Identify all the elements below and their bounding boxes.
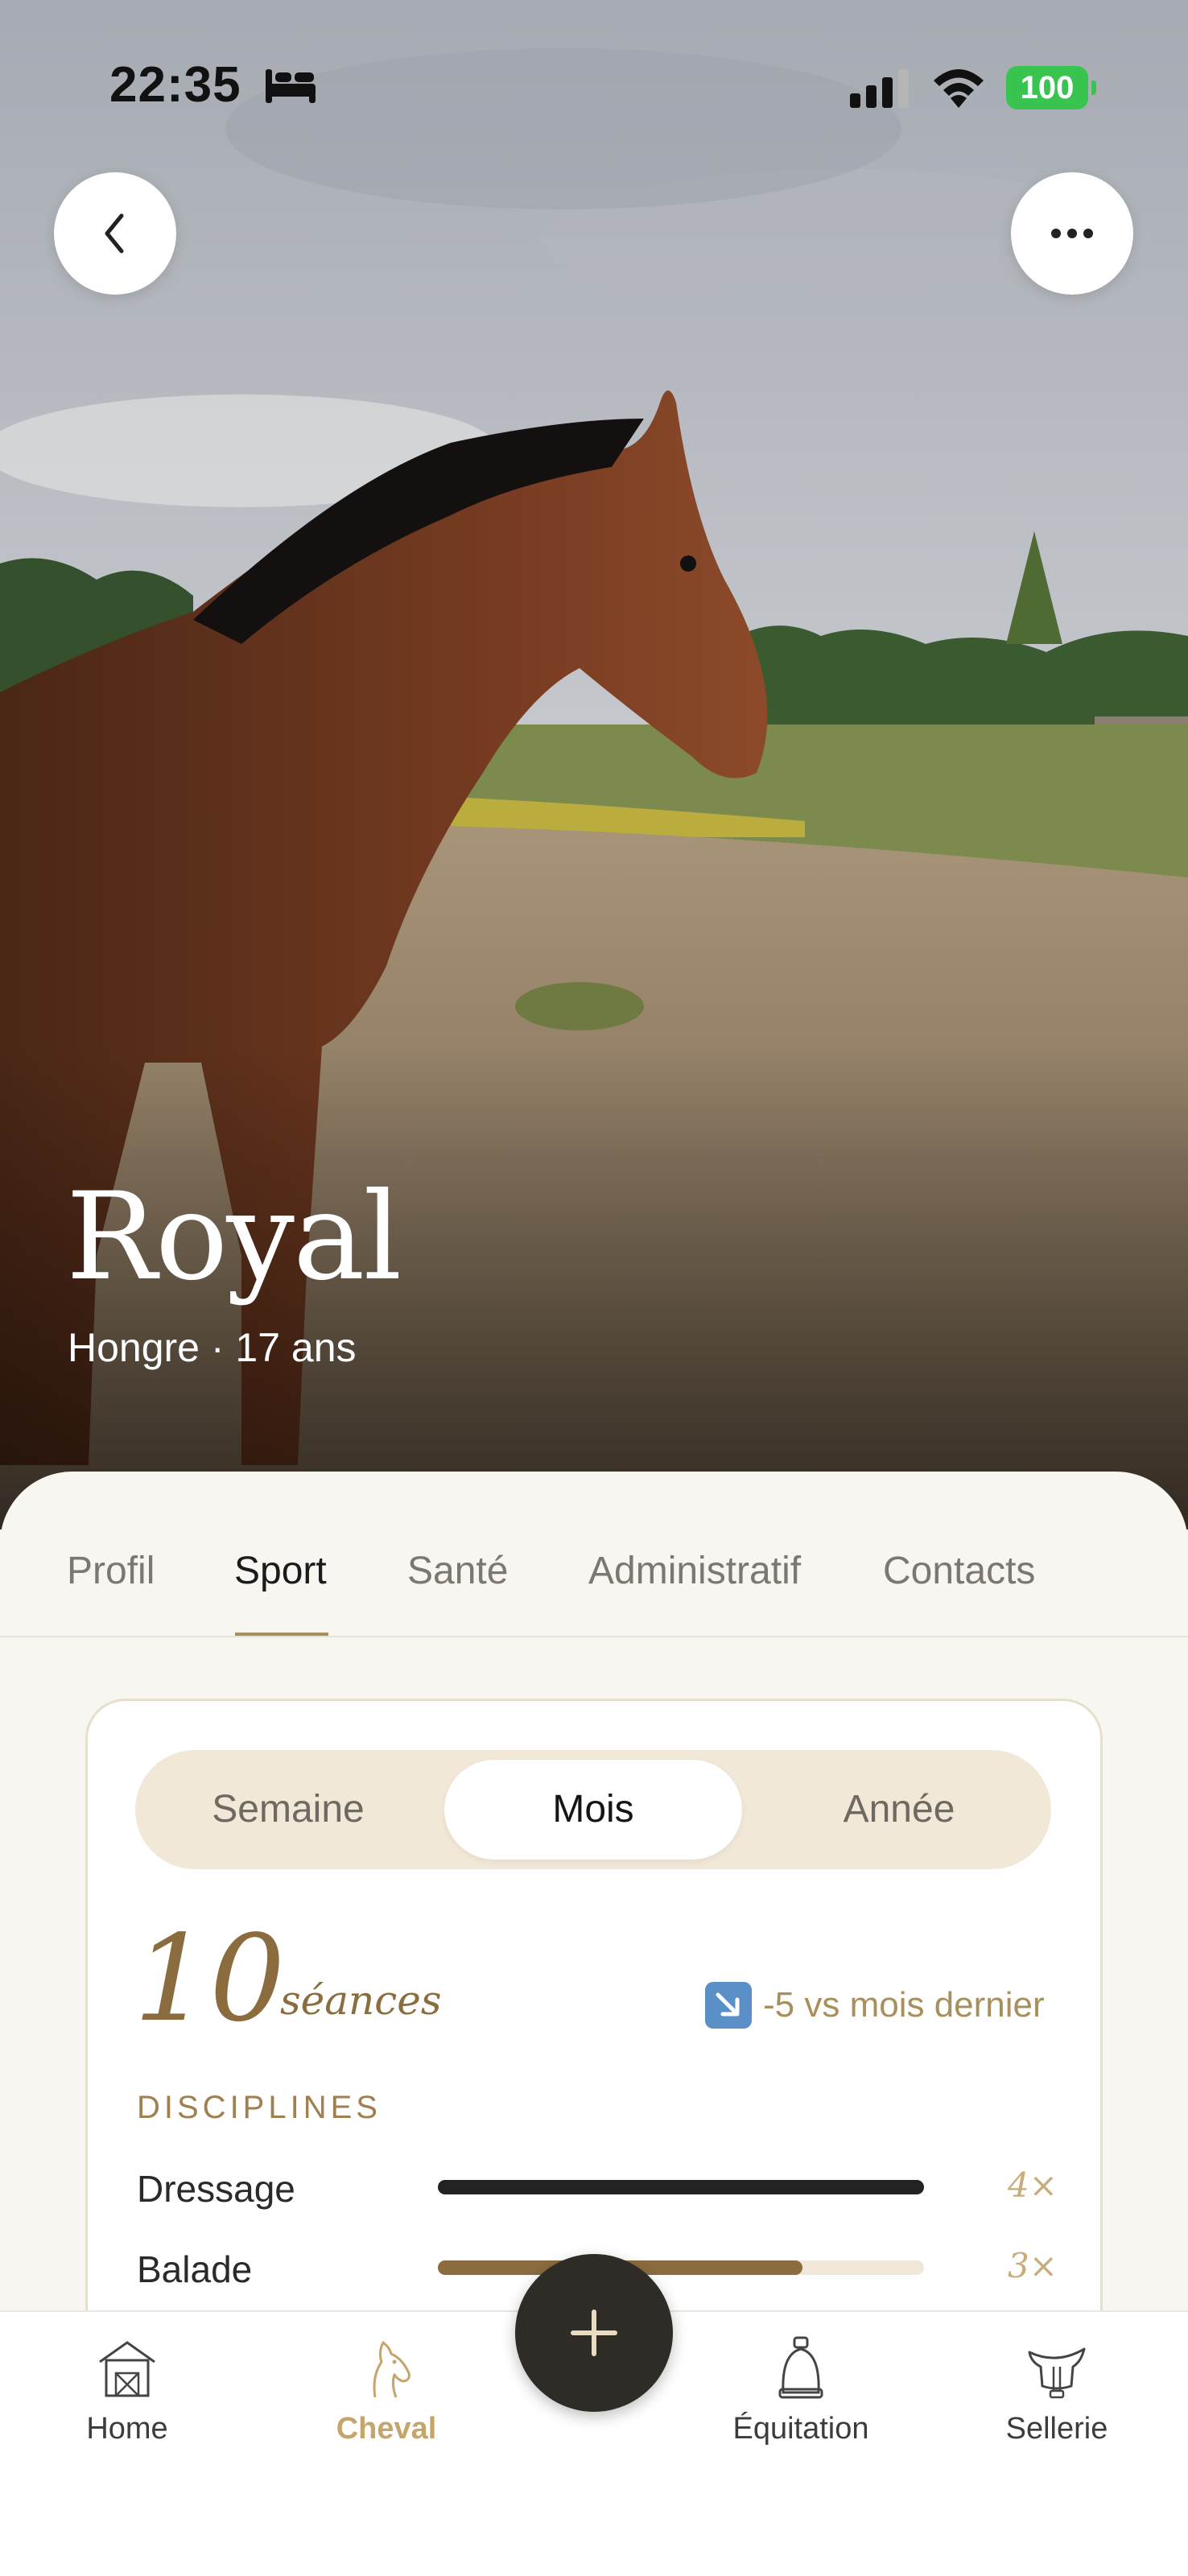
period-month[interactable]: Mois — [444, 1760, 742, 1860]
period-selector: Semaine Mois Année — [135, 1750, 1051, 1869]
session-count-unit: séances — [280, 1977, 442, 2024]
nav-equitation[interactable]: Équitation — [696, 2334, 905, 2463]
nav-sellerie[interactable]: Sellerie — [952, 2334, 1161, 2463]
saddle-icon — [1028, 2347, 1086, 2399]
tab-contacts[interactable]: Contacts — [883, 1549, 1035, 1593]
status-bar: 22:35 100 — [0, 0, 1188, 161]
wifi-icon — [934, 69, 984, 108]
disciplines-heading: DISCIPLINES — [137, 2090, 382, 2125]
nav-cheval[interactable]: Cheval — [282, 2334, 491, 2463]
nav-home-label: Home — [86, 2412, 168, 2446]
tab-bar: Profil Sport Santé Administratif Contact… — [0, 1530, 1188, 1637]
discipline-name: Dressage — [137, 2168, 295, 2210]
discipline-count: 4× — [1008, 2165, 1058, 2205]
discipline-name: Balade — [137, 2248, 253, 2290]
horse-head-icon — [373, 2341, 410, 2398]
cellular-signal-icon — [850, 69, 909, 108]
tab-sport[interactable]: Sport — [234, 1549, 327, 1593]
nav-sellerie-label: Sellerie — [1005, 2412, 1108, 2446]
horse-name: Royal — [66, 1167, 402, 1307]
barn-icon — [99, 2341, 155, 2397]
battery-indicator: 100 — [1006, 66, 1096, 109]
add-button[interactable] — [515, 2254, 673, 2412]
trend-text: -5 vs mois dernier — [763, 1985, 1045, 2025]
discipline-bar-track — [438, 2180, 924, 2194]
horse-meta: Hongre · 17 ans — [68, 1325, 357, 1370]
period-year[interactable]: Année — [747, 1750, 1051, 1869]
discipline-bar-fill — [438, 2180, 924, 2194]
chevron-left-icon — [105, 213, 124, 254]
stirrup-icon — [778, 2336, 823, 2399]
period-week[interactable]: Semaine — [135, 1750, 441, 1869]
nav-cheval-label: Cheval — [336, 2412, 437, 2446]
ellipsis-icon — [1051, 229, 1093, 238]
session-count: 10 — [134, 1909, 286, 2048]
discipline-count: 3× — [1008, 2246, 1058, 2285]
tab-sante[interactable]: Santé — [407, 1549, 508, 1593]
tab-administratif[interactable]: Administratif — [588, 1549, 801, 1593]
discipline-bar-track — [438, 2260, 924, 2275]
back-button[interactable] — [54, 172, 176, 295]
status-time: 22:35 — [109, 57, 241, 113]
arrow-down-right-icon — [705, 1982, 752, 2029]
tab-profil[interactable]: Profil — [67, 1549, 155, 1593]
plus-icon — [571, 2310, 617, 2356]
active-tab-indicator — [235, 1633, 328, 1636]
nav-home[interactable]: Home — [23, 2334, 232, 2463]
bed-icon — [266, 69, 316, 103]
more-options-button[interactable] — [1011, 172, 1133, 295]
nav-equitation-label: Équitation — [732, 2412, 869, 2446]
